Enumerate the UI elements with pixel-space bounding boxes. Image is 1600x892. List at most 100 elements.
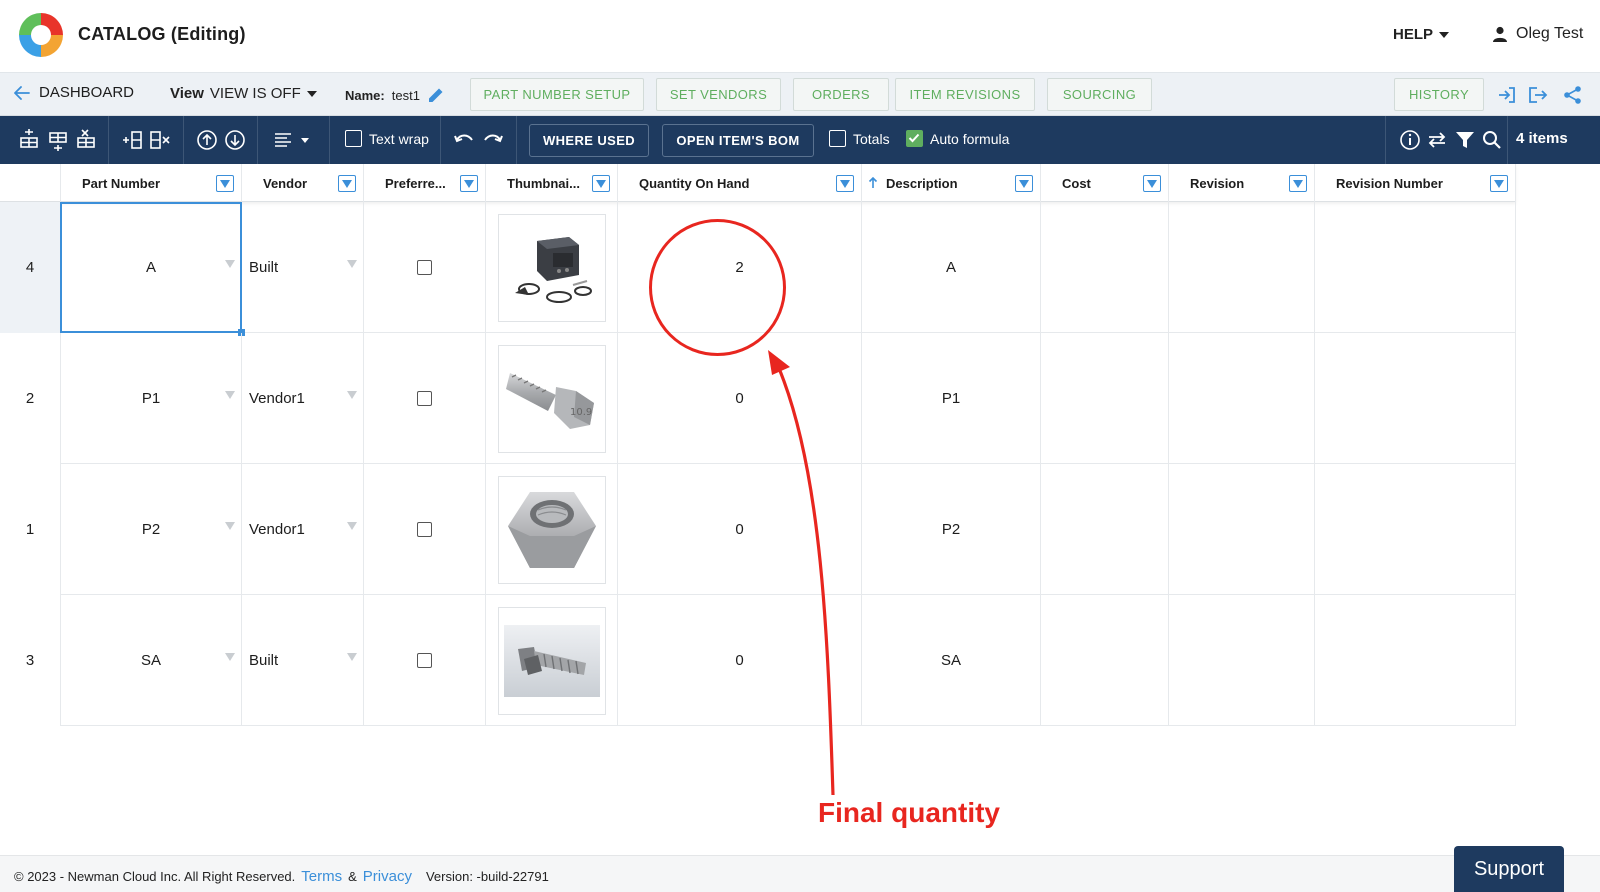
swap-icon[interactable] [1425,128,1449,152]
row-number[interactable]: 2 [0,333,61,464]
support-button[interactable]: Support [1454,846,1564,892]
column-header-vendor[interactable]: Vendor [242,164,364,202]
row-number[interactable]: 4 [0,202,61,333]
table-row[interactable]: 4 A Built 2 A [0,202,1516,336]
dropdown-icon[interactable] [347,260,357,268]
column-header-description[interactable]: Description [862,164,1041,202]
column-header-quantity-on-hand[interactable]: Quantity On Hand [618,164,862,202]
column-filter-icon[interactable] [1490,175,1508,192]
column-filter-icon[interactable] [1289,175,1307,192]
insert-row-above-icon[interactable] [17,128,41,152]
table-row[interactable]: 2 P1 Vendor1 10.9 0 P1 [0,333,1516,464]
tab-set-vendors[interactable]: SET VENDORS [656,78,781,111]
search-icon[interactable] [1480,128,1504,152]
revision-cell[interactable] [1169,202,1315,333]
column-filter-icon[interactable] [836,175,854,192]
column-filter-icon[interactable] [1143,175,1161,192]
revision-number-cell[interactable] [1315,333,1516,464]
column-filter-icon[interactable] [592,175,610,192]
part-number-cell[interactable]: P2 [61,464,242,595]
move-up-icon[interactable] [195,128,219,152]
revision-number-cell[interactable] [1315,202,1516,333]
dropdown-icon[interactable] [347,522,357,530]
column-filter-icon[interactable] [338,175,356,192]
column-header-thumbnail[interactable]: Thumbnai... [486,164,618,202]
tab-item-revisions[interactable]: ITEM REVISIONS [895,78,1035,111]
history-button[interactable]: HISTORY [1394,78,1484,111]
export-icon[interactable] [1528,85,1548,105]
revision-number-cell[interactable] [1315,595,1516,726]
vendor-cell[interactable]: Built [242,202,364,333]
quantity-on-hand-cell[interactable]: 0 [618,333,862,464]
column-header-preferred[interactable]: Preferre... [364,164,486,202]
cost-cell[interactable] [1041,595,1169,726]
help-menu[interactable]: HELP [1393,26,1450,43]
delete-row-icon[interactable] [74,128,98,152]
preferred-checkbox[interactable] [417,653,432,668]
terms-link[interactable]: Terms [301,868,342,885]
vendor-cell[interactable]: Vendor1 [242,464,364,595]
cost-cell[interactable] [1041,464,1169,595]
description-cell[interactable]: SA [862,595,1041,726]
totals-checkbox[interactable] [829,130,846,147]
column-filter-icon[interactable] [460,175,478,192]
quantity-on-hand-cell[interactable]: 0 [618,464,862,595]
share-icon[interactable] [1563,85,1583,105]
insert-column-icon[interactable] [120,128,144,152]
preferred-checkbox[interactable] [417,522,432,537]
pencil-icon[interactable] [427,86,445,104]
revision-cell[interactable] [1169,464,1315,595]
table-row[interactable]: 1 P2 Vendor1 0 P2 [0,464,1516,595]
welder-kit-image[interactable] [497,213,606,322]
view-selector[interactable]: View VIEW IS OFF [170,85,317,102]
dropdown-icon[interactable] [347,391,357,399]
quantity-on-hand-cell[interactable]: 2 [618,202,862,333]
import-icon[interactable] [1497,85,1517,105]
column-filter-icon[interactable] [216,175,234,192]
description-cell[interactable]: P2 [862,464,1041,595]
auto-formula-toggle[interactable]: Auto formula [906,130,1009,147]
vendor-cell[interactable]: Vendor1 [242,333,364,464]
totals-toggle[interactable]: Totals [829,130,890,147]
part-number-cell[interactable]: A [61,202,242,333]
privacy-link[interactable]: Privacy [363,868,412,885]
revision-number-cell[interactable] [1315,464,1516,595]
align-menu-icon[interactable] [272,128,314,152]
undo-icon[interactable] [452,128,476,152]
column-header-revision-number[interactable]: Revision Number [1315,164,1516,202]
hex-bolt-image[interactable]: 10.9 [497,344,606,453]
delete-column-icon[interactable] [148,128,172,152]
bolt-assembly-image[interactable] [497,606,606,715]
column-header-revision[interactable]: Revision [1169,164,1315,202]
dropdown-icon[interactable] [225,391,235,399]
tab-part-number-setup[interactable]: PART NUMBER SETUP [470,78,644,111]
column-header-part-number[interactable]: Part Number [61,164,242,202]
cost-cell[interactable] [1041,202,1169,333]
info-icon[interactable] [1398,128,1422,152]
text-wrap-toggle[interactable]: Text wrap [345,130,429,147]
tab-orders[interactable]: ORDERS [793,78,889,111]
redo-icon[interactable] [481,128,505,152]
cost-cell[interactable] [1041,333,1169,464]
filter-icon[interactable] [1453,128,1477,152]
part-number-cell[interactable]: P1 [61,333,242,464]
tab-sourcing[interactable]: SOURCING [1047,78,1152,111]
text-wrap-checkbox[interactable] [345,130,362,147]
auto-formula-checkbox[interactable] [906,130,923,147]
description-cell[interactable]: P1 [862,333,1041,464]
where-used-button[interactable]: WHERE USED [529,124,649,157]
user-menu[interactable]: Oleg Test [1492,25,1583,43]
preferred-checkbox[interactable] [417,391,432,406]
column-filter-icon[interactable] [1015,175,1033,192]
move-down-icon[interactable] [223,128,247,152]
table-row[interactable]: 3 SA Built 0 SA [0,595,1516,726]
hex-nut-image[interactable] [497,475,606,584]
dropdown-icon[interactable] [225,260,235,268]
back-to-dashboard-button[interactable]: DASHBOARD [14,84,134,101]
description-cell[interactable]: A [862,202,1041,333]
dropdown-icon[interactable] [225,653,235,661]
column-header-cost[interactable]: Cost [1041,164,1169,202]
quantity-on-hand-cell[interactable]: 0 [618,595,862,726]
part-number-cell[interactable]: SA [61,595,242,726]
revision-cell[interactable] [1169,333,1315,464]
